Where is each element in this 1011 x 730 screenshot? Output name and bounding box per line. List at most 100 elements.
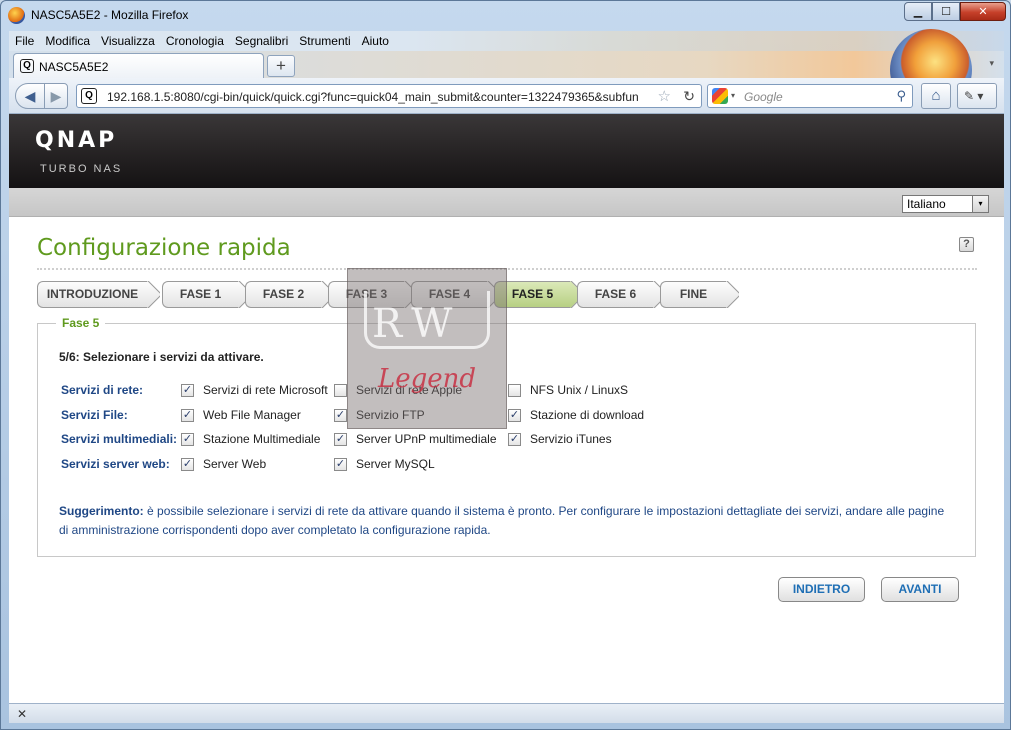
- service-label: Servizio iTunes: [530, 432, 612, 446]
- step-label: FINE: [660, 281, 726, 308]
- window-title: NASC5A5E2 - Mozilla Firefox: [31, 8, 189, 22]
- qnap-subtitle: TURBO NAS: [40, 163, 123, 175]
- checkbox[interactable]: ✓: [181, 383, 194, 397]
- step-label: FASE 6: [577, 281, 653, 308]
- help-icon[interactable]: ?: [959, 237, 974, 252]
- qnap-favicon-icon: Q: [20, 59, 34, 73]
- watermark-logo: RW Legend: [347, 268, 507, 429]
- title-divider: [37, 268, 977, 270]
- browser-tab[interactable]: Q NASC5A5E2: [13, 53, 264, 78]
- row-label: Servizi multimediali:: [61, 432, 178, 446]
- checkbox[interactable]: ✓: [181, 457, 194, 471]
- panel-legend: Fase 5: [56, 316, 106, 330]
- step-arrow-icon: [147, 281, 160, 308]
- checkbox[interactable]: [334, 383, 347, 397]
- service-nfs[interactable]: NFS Unix / LinuxS: [508, 380, 628, 400]
- hint-label: Suggerimento:: [59, 504, 144, 518]
- google-engine-icon[interactable]: [712, 88, 728, 104]
- step-label: INTRODUZIONE: [37, 281, 147, 308]
- service-label: Web File Manager: [203, 408, 301, 422]
- tab-label: NASC5A5E2: [39, 60, 109, 74]
- service-label: NFS Unix / LinuxS: [530, 383, 629, 397]
- row-label: Servizi File:: [61, 408, 128, 422]
- checkbox[interactable]: ✓: [508, 432, 521, 446]
- menu-segnalibri[interactable]: Segnalibri: [235, 34, 288, 48]
- services-row-file: Servizi File: ✓ Web File Manager ✓ Servi…: [61, 405, 961, 425]
- checkbox[interactable]: ✓: [181, 432, 194, 446]
- service-web-server[interactable]: ✓ Server Web: [181, 454, 266, 474]
- step-label: FASE 1: [162, 281, 238, 308]
- chevron-down-icon[interactable]: ▾: [731, 91, 735, 100]
- title-bar: NASC5A5E2 - Mozilla Firefox ▁ ☐ ✕: [1, 1, 1010, 31]
- checkbox[interactable]: ✓: [334, 432, 347, 446]
- services-row-web: Servizi server web: ✓ Server Web ✓ Serve…: [61, 454, 961, 474]
- services-row-rete: Servizi di rete: ✓ Servizi di rete Micro…: [61, 380, 961, 400]
- chevron-down-icon[interactable]: ▾: [972, 196, 988, 212]
- service-mysql[interactable]: ✓ Server MySQL: [334, 454, 435, 474]
- search-bar[interactable]: ▾ Google ⚲: [707, 84, 913, 108]
- service-upnp[interactable]: ✓ Server UPnP multimediale: [334, 429, 497, 449]
- qnap-header: QNAP TURBO NAS: [9, 114, 1004, 188]
- service-label: Server MySQL: [356, 457, 435, 471]
- back-wizard-button[interactable]: INDIETRO: [778, 577, 865, 602]
- menu-bar: File Modifica Visualizza Cronologia Segn…: [9, 31, 1004, 51]
- new-tab-button[interactable]: +: [267, 55, 295, 77]
- checkbox[interactable]: ✓: [334, 408, 347, 422]
- maximize-button[interactable]: ☐: [932, 2, 960, 21]
- browser-window: NASC5A5E2 - Mozilla Firefox ▁ ☐ ✕ File M…: [0, 0, 1011, 730]
- row-label: Servizi di rete:: [61, 383, 144, 397]
- language-select[interactable]: Italiano ▾: [902, 195, 989, 213]
- step-arrow-icon: [726, 281, 739, 308]
- services-row-multimedia: Servizi multimediali: ✓ Stazione Multime…: [61, 429, 961, 449]
- step-label: FASE 2: [245, 281, 321, 308]
- close-button[interactable]: ✕: [960, 2, 1006, 21]
- panel-heading: 5/6: Selezionare i servizi da attivare.: [59, 350, 264, 364]
- service-multimedia-station[interactable]: ✓ Stazione Multimediale: [181, 429, 320, 449]
- menu-visualizza[interactable]: Visualizza: [101, 34, 155, 48]
- addon-button[interactable]: ✎ ▾: [957, 83, 997, 109]
- search-icon[interactable]: ⚲: [896, 88, 906, 104]
- service-label: Stazione di download: [530, 408, 645, 422]
- page-content: QNAP TURBO NAS Italiano ▾ Configurazione…: [9, 114, 1004, 703]
- watermark-letters: RW: [372, 301, 463, 347]
- minimize-button[interactable]: ▁: [904, 2, 932, 21]
- menu-aiuto[interactable]: Aiuto: [362, 34, 389, 48]
- navigation-toolbar: ◀ ▶ Q 192.168.1.5:8080/cgi-bin/quick/qui…: [9, 78, 1004, 114]
- bookmark-star-icon[interactable]: ☆: [658, 87, 671, 105]
- language-value: Italiano: [907, 197, 946, 211]
- menu-strumenti[interactable]: Strumenti: [299, 34, 350, 48]
- language-bar: Italiano ▾: [9, 188, 1004, 217]
- hint-body: è possibile selezionare i servizi di ret…: [59, 504, 945, 537]
- url-text[interactable]: 192.168.1.5:8080/cgi-bin/quick/quick.cgi…: [107, 90, 647, 104]
- menu-modifica[interactable]: Modifica: [45, 34, 90, 48]
- back-button[interactable]: ◀: [15, 83, 45, 109]
- menu-file[interactable]: File: [15, 34, 34, 48]
- checkbox[interactable]: ✓: [334, 457, 347, 471]
- checkbox[interactable]: [508, 383, 521, 397]
- checkbox[interactable]: ✓: [508, 408, 521, 422]
- close-icon[interactable]: ✕: [17, 707, 27, 721]
- site-identity-icon[interactable]: Q: [81, 88, 97, 104]
- service-itunes[interactable]: ✓ Servizio iTunes: [508, 429, 612, 449]
- qnap-logo: QNAP: [35, 128, 118, 153]
- watermark-script: Legend: [378, 364, 477, 394]
- address-bar[interactable]: Q 192.168.1.5:8080/cgi-bin/quick/quick.c…: [76, 84, 702, 108]
- service-label: Stazione Multimediale: [203, 432, 321, 446]
- service-web-file-manager[interactable]: ✓ Web File Manager: [181, 405, 301, 425]
- service-microsoft[interactable]: ✓ Servizi di rete Microsoft: [181, 380, 328, 400]
- service-label: Server UPnP multimediale: [356, 432, 497, 446]
- search-input[interactable]: Google: [744, 90, 783, 104]
- menu-cronologia[interactable]: Cronologia: [166, 34, 224, 48]
- tab-strip: Q NASC5A5E2 + ▾: [9, 29, 1004, 111]
- row-label: Servizi server web:: [61, 457, 170, 471]
- next-wizard-button[interactable]: AVANTI: [881, 577, 959, 602]
- forward-button[interactable]: ▶: [44, 83, 68, 109]
- window-controls: ▁ ☐ ✕: [904, 2, 1006, 21]
- service-download-station[interactable]: ✓ Stazione di download: [508, 405, 644, 425]
- tab-list-icon[interactable]: ▾: [989, 58, 994, 69]
- checkbox[interactable]: ✓: [181, 408, 194, 422]
- home-button[interactable]: ⌂: [921, 83, 951, 109]
- reload-icon[interactable]: ↻: [683, 88, 695, 105]
- page-title: Configurazione rapida: [37, 235, 291, 261]
- service-label: Servizi di rete Microsoft: [203, 383, 328, 397]
